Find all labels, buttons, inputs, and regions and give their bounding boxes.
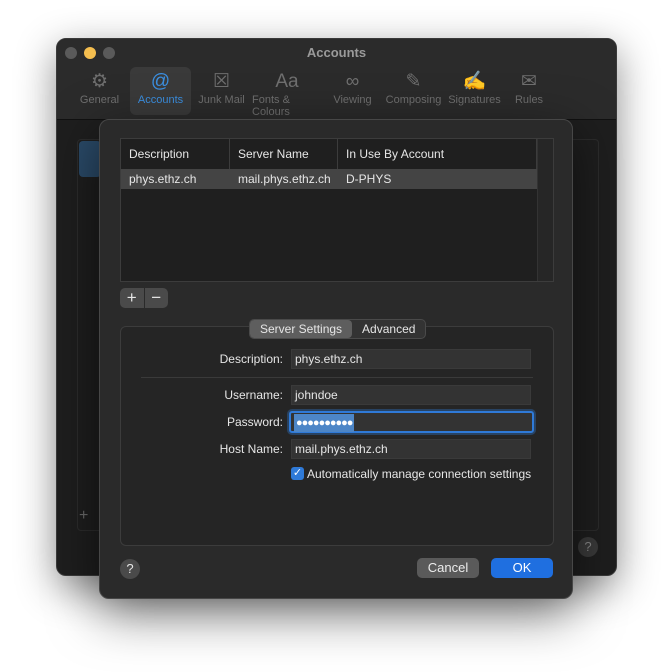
password-masked-value: ●●●●●●●●●● xyxy=(294,414,355,432)
server-settings-panel: Server Settings Advanced Description: ph… xyxy=(120,319,554,546)
tab-advanced[interactable]: Advanced xyxy=(352,320,425,338)
table-header: Description Server Name In Use By Accoun… xyxy=(121,139,553,170)
toolbar-label: Signatures xyxy=(448,94,501,106)
help-button-background[interactable]: ? xyxy=(578,537,598,557)
username-label: Username: xyxy=(224,388,283,402)
toolbar-label: Accounts xyxy=(137,94,184,106)
toolbar-label: Fonts & Colours xyxy=(252,94,290,118)
fonts-icon: Aa xyxy=(275,71,299,92)
toolbar-item-accounts[interactable]: @ Accounts xyxy=(130,67,191,115)
auto-manage-checkbox[interactable]: ✓ xyxy=(291,467,304,480)
signature-icon: ✍ xyxy=(462,71,487,92)
server-table: Description Server Name In Use By Accoun… xyxy=(120,138,554,282)
column-header-in-use-by-account[interactable]: In Use By Account xyxy=(338,139,537,169)
cancel-button[interactable]: Cancel xyxy=(417,558,479,578)
remove-server-button[interactable]: − xyxy=(143,288,169,308)
toolbar-item-composing[interactable]: ✎ Composing xyxy=(383,67,444,115)
cell-account: D-PHYS xyxy=(346,172,392,186)
tab-server-settings[interactable]: Server Settings xyxy=(250,320,353,338)
toolbar-label: General xyxy=(79,94,120,106)
password-field[interactable]: ●●●●●●●●●● xyxy=(289,411,534,433)
glasses-icon: ∞ xyxy=(345,71,360,92)
cell-description: phys.ethz.ch xyxy=(129,172,197,186)
toolbar-label: Composing xyxy=(385,94,442,106)
description-field[interactable]: phys.ethz.ch xyxy=(291,349,531,369)
table-scrollbar[interactable] xyxy=(537,139,553,281)
username-field[interactable]: johndoe xyxy=(291,385,531,405)
add-account-button[interactable]: + xyxy=(79,507,88,525)
toolbar-label: Junk Mail xyxy=(198,94,245,106)
server-list-sheet: Description Server Name In Use By Accoun… xyxy=(99,119,573,599)
compose-icon: ✎ xyxy=(405,71,422,92)
ok-button[interactable]: OK xyxy=(491,558,553,578)
column-header-description[interactable]: Description xyxy=(121,139,230,169)
column-header-server-name[interactable]: Server Name xyxy=(230,139,338,169)
hostname-label: Host Name: xyxy=(219,442,283,456)
toolbar-item-junk-mail[interactable]: ☒ Junk Mail xyxy=(191,67,252,115)
toolbar-item-fonts-colours[interactable]: Aa Fonts & Colours xyxy=(252,67,322,118)
gear-icon: ⚙ xyxy=(90,71,109,92)
toolbar-label: Rules xyxy=(514,94,544,106)
window-title: Accounts xyxy=(306,45,367,60)
junk-mail-icon: ☒ xyxy=(212,71,231,92)
table-row[interactable]: phys.ethz.ch mail.phys.ethz.ch D-PHYS xyxy=(121,169,537,189)
toolbar-item-general[interactable]: ⚙ General xyxy=(69,67,130,115)
add-server-button[interactable]: + xyxy=(120,288,144,308)
form-divider xyxy=(141,377,533,378)
cell-server-name: mail.phys.ethz.ch xyxy=(238,172,331,186)
add-remove-control: + − xyxy=(120,288,168,308)
rules-icon: ✉ xyxy=(521,71,537,92)
help-button[interactable]: ? xyxy=(120,559,140,579)
hostname-field[interactable]: mail.phys.ethz.ch xyxy=(291,439,531,459)
description-label: Description: xyxy=(219,352,283,366)
auto-manage-label[interactable]: Automatically manage connection settings xyxy=(307,464,531,484)
at-icon: @ xyxy=(150,71,171,92)
account-icon xyxy=(79,141,101,177)
window-titlebar: Accounts ⚙ General @ Accounts ☒ Junk Mai… xyxy=(57,39,616,120)
preferences-toolbar: ⚙ General @ Accounts ☒ Junk Mail Aa Font… xyxy=(69,67,553,118)
toolbar-item-viewing[interactable]: ∞ Viewing xyxy=(322,67,383,115)
toolbar-item-rules[interactable]: ✉ Rules xyxy=(505,67,553,115)
toolbar-item-signatures[interactable]: ✍ Signatures xyxy=(444,67,505,115)
toolbar-label: Viewing xyxy=(333,94,372,106)
password-label: Password: xyxy=(226,415,283,429)
settings-tab-control: Server Settings Advanced xyxy=(249,319,427,339)
